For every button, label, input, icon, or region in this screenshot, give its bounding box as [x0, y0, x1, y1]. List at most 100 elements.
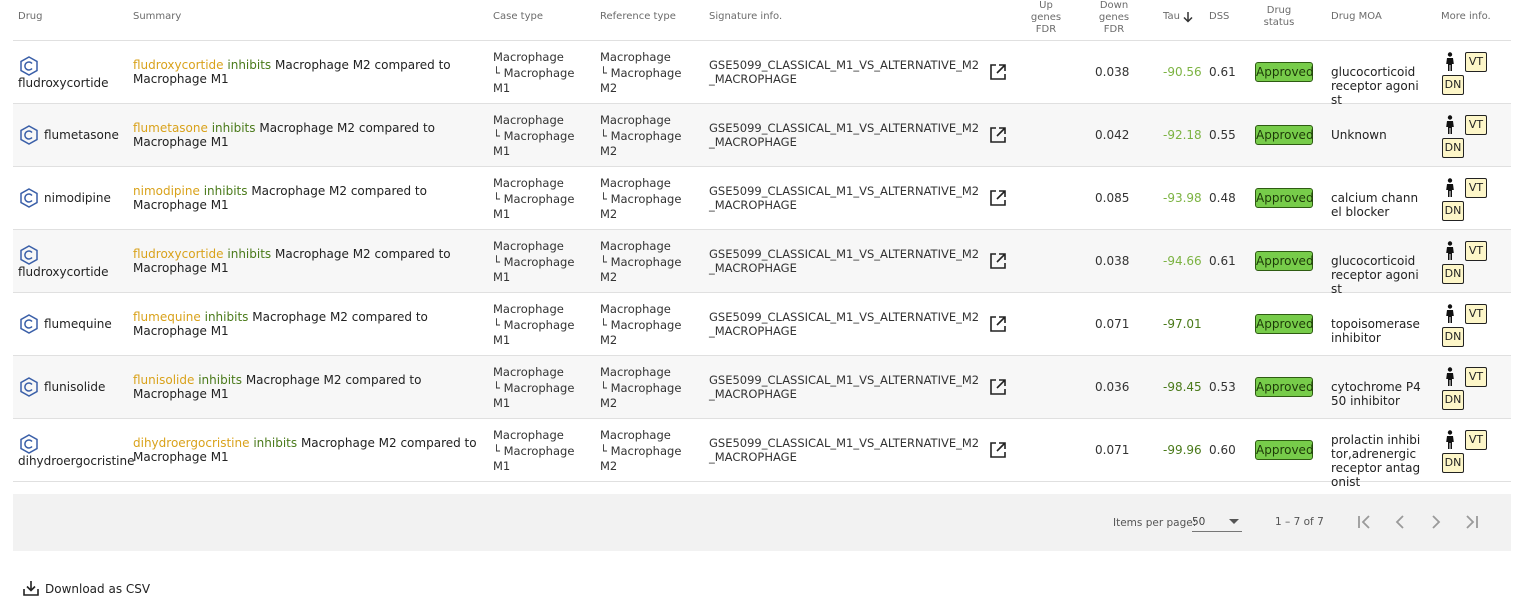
- human-body-icon[interactable]: [1445, 178, 1455, 198]
- case-type-sub: └ Macrophage: [493, 65, 575, 80]
- drug-name[interactable]: fludroxycortide: [18, 76, 109, 90]
- case-type-last: M1: [493, 144, 511, 158]
- human-body-icon[interactable]: [1445, 52, 1455, 72]
- drug-moa: prolactin inhibitor,adrenergic receptor …: [1331, 433, 1421, 489]
- vt-tag[interactable]: VT: [1465, 367, 1487, 387]
- open-in-new-icon[interactable]: [989, 63, 1007, 81]
- vt-tag[interactable]: VT: [1465, 304, 1487, 324]
- status-badge: Approved: [1255, 251, 1314, 271]
- dn-tag[interactable]: DN: [1442, 138, 1464, 158]
- hexagon-molecule-icon: [20, 314, 38, 334]
- tau-value: -98.45: [1163, 380, 1202, 394]
- dn-tag[interactable]: DN: [1442, 264, 1464, 284]
- header-case-type[interactable]: Case type: [493, 11, 543, 23]
- case-type-top: Macrophage: [493, 113, 564, 127]
- summary-text: dihydroergocristine inhibits Macrophage …: [133, 436, 485, 464]
- status-badge: Approved: [1255, 377, 1314, 397]
- header-summary[interactable]: Summary: [133, 11, 181, 23]
- drug-moa: topoisomerase inhibitor: [1331, 317, 1420, 345]
- reference-type-top: Macrophage: [600, 302, 671, 316]
- down-genes-fdr: 0.038: [1095, 254, 1130, 268]
- more-info: VT DN: [1440, 111, 1500, 161]
- dn-tag[interactable]: DN: [1442, 390, 1464, 410]
- open-in-new-icon[interactable]: [989, 189, 1007, 207]
- vt-tag[interactable]: VT: [1465, 430, 1487, 450]
- vt-tag[interactable]: VT: [1465, 241, 1487, 261]
- drug-name[interactable]: dihydroergocristine: [18, 454, 135, 468]
- dss-value: 0.61: [1209, 65, 1236, 79]
- header-tau[interactable]: Tau: [1163, 11, 1193, 23]
- human-body-icon[interactable]: [1445, 115, 1455, 135]
- header-down-fdr[interactable]: Down genes FDR: [1093, 0, 1135, 36]
- signature-info: GSE5099_CLASSICAL_M1_VS_ALTERNATIVE_M2_M…: [709, 310, 980, 338]
- reference-type: Macrophage └ Macrophage M2: [600, 113, 681, 160]
- case-type-top: Macrophage: [493, 50, 564, 64]
- reference-type-sub: └ Macrophage: [600, 443, 682, 458]
- dn-tag[interactable]: DN: [1442, 75, 1464, 95]
- reference-type-sub: └ Macrophage: [600, 128, 682, 143]
- human-body-icon[interactable]: [1445, 430, 1455, 450]
- header-drug-status[interactable]: Drug status: [1255, 5, 1303, 29]
- header-drug-moa[interactable]: Drug MOA: [1331, 11, 1382, 23]
- case-type-sub: └ Macrophage: [493, 254, 575, 269]
- case-type-last: M1: [493, 396, 511, 410]
- drug-moa: glucocorticoid receptor agonist: [1331, 65, 1419, 107]
- case-type-top: Macrophage: [493, 428, 564, 442]
- drug-name[interactable]: nimodipine: [44, 191, 111, 205]
- status-badge: Approved: [1255, 314, 1314, 334]
- case-type-last: M1: [493, 207, 511, 221]
- signature-info: GSE5099_CLASSICAL_M1_VS_ALTERNATIVE_M2_M…: [709, 247, 980, 275]
- dn-tag[interactable]: DN: [1442, 453, 1464, 473]
- reference-type-top: Macrophage: [600, 113, 671, 127]
- reference-type: Macrophage └ Macrophage M2: [600, 239, 681, 286]
- human-body-icon[interactable]: [1445, 304, 1455, 324]
- header-signature-info[interactable]: Signature info.: [709, 11, 782, 23]
- chevron-left-icon[interactable]: [1388, 510, 1412, 534]
- down-genes-fdr: 0.085: [1095, 191, 1130, 205]
- hexagon-molecule-icon: [20, 56, 38, 76]
- reference-type: Macrophage └ Macrophage M2: [600, 176, 681, 223]
- drug-moa: cytochrome P450 inhibitor: [1331, 380, 1421, 408]
- header-more-info: More info.: [1441, 11, 1491, 22]
- drug-name[interactable]: flunisolide: [44, 380, 105, 394]
- case-type: Macrophage └ Macrophage M1: [493, 302, 574, 349]
- vt-tag[interactable]: VT: [1465, 178, 1487, 198]
- status-badge: Approved: [1255, 62, 1314, 82]
- vt-tag[interactable]: VT: [1465, 52, 1487, 72]
- status-badge: Approved: [1255, 440, 1314, 460]
- last-page-icon[interactable]: [1460, 510, 1484, 534]
- header-drug[interactable]: Drug: [18, 11, 43, 23]
- dn-tag[interactable]: DN: [1442, 201, 1464, 221]
- drug-name[interactable]: fludroxycortide: [18, 265, 109, 279]
- open-in-new-icon[interactable]: [989, 441, 1007, 459]
- header-up-fdr[interactable]: Up genes FDR: [1025, 0, 1067, 36]
- header-reference-type[interactable]: Reference type: [600, 11, 676, 23]
- reference-type: Macrophage └ Macrophage M2: [600, 302, 681, 349]
- dn-tag[interactable]: DN: [1442, 327, 1464, 347]
- reference-type-top: Macrophage: [600, 365, 671, 379]
- open-in-new-icon[interactable]: [989, 126, 1007, 144]
- reference-type-sub: └ Macrophage: [600, 317, 682, 332]
- summary-text: fludroxycortide inhibits Macrophage M2 c…: [133, 58, 485, 86]
- drug-moa: glucocorticoid receptor agonist: [1331, 254, 1419, 296]
- first-page-icon[interactable]: [1352, 510, 1376, 534]
- human-body-icon[interactable]: [1445, 241, 1455, 261]
- drug-name[interactable]: flumequine: [44, 317, 112, 331]
- header-tau-label: Tau: [1163, 11, 1180, 22]
- human-body-icon[interactable]: [1445, 367, 1455, 387]
- table-row: nimodipine nimodipine inhibits Macrophag…: [13, 167, 1511, 230]
- open-in-new-icon[interactable]: [989, 315, 1007, 333]
- header-dss[interactable]: DSS: [1209, 11, 1229, 23]
- open-in-new-icon[interactable]: [989, 252, 1007, 270]
- summary-drug: dihydroergocristine: [133, 436, 250, 450]
- table-header: Drug Summary Case type Reference type Si…: [13, 0, 1511, 41]
- chevron-right-icon[interactable]: [1424, 510, 1448, 534]
- summary-text: flumetasone inhibits Macrophage M2 compa…: [133, 121, 485, 149]
- table-body: fludroxycortide fludroxycortide inhibits…: [13, 41, 1511, 489]
- open-in-new-icon[interactable]: [989, 378, 1007, 396]
- tau-value: -97.01: [1163, 317, 1202, 331]
- drug-name[interactable]: flumetasone: [44, 128, 119, 142]
- signature-info: GSE5099_CLASSICAL_M1_VS_ALTERNATIVE_M2_M…: [709, 184, 980, 212]
- vt-tag[interactable]: VT: [1465, 115, 1487, 135]
- items-per-page-select[interactable]: 50: [1192, 512, 1242, 532]
